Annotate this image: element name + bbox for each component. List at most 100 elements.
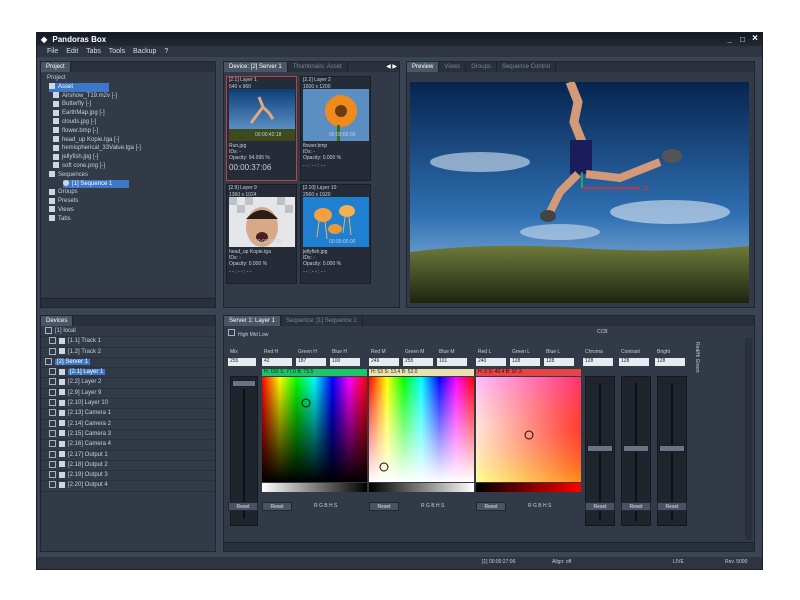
layer-icon: [59, 368, 65, 375]
device-row[interactable]: [2.13] Camera 1: [41, 409, 215, 420]
mix-slider-handle[interactable]: [232, 380, 256, 387]
value-field-chroma[interactable]: 128: [583, 358, 613, 366]
value-field-green-h[interactable]: 187: [296, 358, 326, 366]
value-field-blue-h[interactable]: 100: [330, 358, 360, 366]
device-row[interactable]: [2.16] Camera 4: [41, 440, 215, 451]
value-field-blue-l[interactable]: 128: [544, 358, 574, 366]
value-field-mix[interactable]: 255: [228, 358, 256, 366]
tree-item[interactable]: hemispherical_33Value.tga [-]: [53, 144, 215, 153]
device-row[interactable]: [2.14] Camera 2: [41, 419, 215, 430]
project-tree: Project Asset Airshow_T19.m2v [-] Butter…: [41, 72, 215, 224]
tab-scroll-arrows[interactable]: ◀ ▶: [386, 62, 397, 72]
menu-tools[interactable]: Tools: [109, 48, 125, 55]
project-scrollbar[interactable]: [41, 298, 215, 307]
chroma-slider-handle[interactable]: [587, 445, 613, 452]
reset-button-contrast[interactable]: Reset: [621, 502, 651, 511]
value-field-red-m[interactable]: 249: [369, 358, 399, 366]
device-row[interactable]: [1] local: [41, 327, 215, 338]
close-button[interactable]: ×: [752, 32, 758, 45]
reset-button-bright[interactable]: Reset: [657, 502, 687, 511]
reset-button-chroma[interactable]: Reset: [585, 502, 615, 511]
value-field-blue-m[interactable]: 101: [437, 358, 467, 366]
layer-thumbnail-1[interactable]: [2.1] Layer 1 640 x 960 00:00:42:18 Run.…: [226, 76, 297, 181]
menu-file[interactable]: File: [47, 48, 58, 55]
value-field-green-l[interactable]: 128: [510, 358, 540, 366]
tab-groups[interactable]: Groups: [466, 62, 497, 72]
channel-buttons-high[interactable]: R G B H S: [314, 503, 337, 509]
device-row-layer-1[interactable]: [2.1] Layer 1: [41, 368, 215, 379]
tab-devices[interactable]: Devices: [41, 316, 74, 326]
tab-thumbnails[interactable]: Thumbnails: Asset: [288, 62, 348, 72]
horizontal-scrollbar[interactable]: [224, 542, 754, 551]
color-picker-high[interactable]: [262, 377, 367, 492]
bright-slider-handle[interactable]: [659, 445, 685, 452]
tree-item[interactable]: clouds.jpg [-]: [53, 118, 215, 127]
layer-thumbnail-9[interactable]: [2.9] Layer 9 1360 x 1024 00:00:00:00 he…: [226, 184, 297, 284]
side-label: Red/Hi Green: [694, 342, 700, 373]
device-row[interactable]: [2.19] Output 3: [41, 471, 215, 482]
ccb-label: CCB: [597, 329, 608, 335]
tab-sequence-control[interactable]: Sequence Control: [497, 62, 556, 72]
value-field-contrast[interactable]: 128: [619, 358, 649, 366]
device-row[interactable]: [1.1] Track 1: [41, 337, 215, 348]
col-label: Red H: [264, 349, 279, 355]
tab-project[interactable]: Project: [41, 62, 71, 72]
tab-device[interactable]: Device: [2] Server 1: [224, 62, 288, 72]
tab-server-layer[interactable]: Server 1: Layer 1: [224, 316, 282, 326]
menu-backup[interactable]: Backup: [133, 48, 156, 55]
tab-views[interactable]: Views: [439, 62, 467, 72]
menu-help[interactable]: ?: [164, 48, 168, 55]
contrast-slider-handle[interactable]: [623, 445, 649, 452]
layer-thumbnail-10[interactable]: [2.10] Layer 10 2560 x 1920 00:00:00:00 …: [300, 184, 371, 284]
device-row[interactable]: [2.10] Layer 10: [41, 399, 215, 410]
device-row[interactable]: [2.2] Layer 2: [41, 378, 215, 389]
tree-item-tabs[interactable]: Tabs: [49, 215, 215, 224]
tree-item-presets[interactable]: Presets: [49, 197, 215, 206]
layer-thumbnail-2[interactable]: [2.2] Layer 2 1600 x 1200 00:00:00:00 fl…: [300, 76, 371, 181]
reset-button-high[interactable]: Reset: [262, 502, 292, 511]
mode-checkbox[interactable]: High Mid Low: [228, 329, 268, 338]
tree-item[interactable]: head_up Kopie.tga [-]: [53, 136, 215, 145]
reset-button-mix[interactable]: Reset: [228, 502, 258, 511]
device-row[interactable]: [2.9] Layer 9: [41, 388, 215, 400]
tree-item-asset[interactable]: Asset: [49, 82, 109, 92]
value-field-red-h[interactable]: 42: [262, 358, 292, 366]
device-row-server[interactable]: [2] Server 1: [41, 357, 215, 369]
tree-item[interactable]: EarthMap.jpg [-]: [53, 109, 215, 118]
value-field-bright[interactable]: 128: [655, 358, 685, 366]
reset-button-mid[interactable]: Reset: [369, 502, 399, 511]
devices-panel: Devices [1] local [1.1] Track 1 [1.2] Tr…: [40, 315, 216, 552]
tree-item[interactable]: flower.bmp [-]: [53, 127, 215, 136]
minimize-button[interactable]: _: [728, 33, 732, 46]
tree-item-sequences[interactable]: Sequences: [49, 171, 215, 180]
tree-item-groups[interactable]: Groups: [49, 188, 215, 197]
reset-button-low[interactable]: Reset: [476, 502, 506, 511]
camera-icon: [59, 409, 65, 416]
channel-buttons-mid[interactable]: R G B H S: [421, 503, 444, 509]
color-picker-mid[interactable]: [369, 377, 474, 492]
preview-panel: Preview Views Groups Sequence Control X: [406, 61, 755, 308]
tree-item[interactable]: Butterfly [-]: [53, 100, 215, 109]
device-row[interactable]: [2.17] Output 1: [41, 450, 215, 461]
value-field-green-m[interactable]: 255: [403, 358, 433, 366]
tree-item[interactable]: Airshow_T19.m2v [-]: [53, 92, 215, 101]
vertical-scrollbar[interactable]: [745, 338, 752, 540]
tree-item-sequence-1[interactable]: [1] Sequence 1: [63, 179, 129, 189]
device-row[interactable]: [2.18] Output 2: [41, 460, 215, 472]
device-row[interactable]: [1.2] Track 2: [41, 347, 215, 358]
maximize-button[interactable]: □: [740, 33, 745, 46]
color-picker-low[interactable]: [476, 377, 581, 492]
file-icon: [53, 100, 59, 107]
tree-item-views[interactable]: Views: [49, 206, 215, 215]
menu-edit[interactable]: Edit: [66, 48, 78, 55]
value-field-red-l[interactable]: 240: [476, 358, 506, 366]
device-row[interactable]: [2.20] Output 4: [41, 481, 215, 492]
device-row[interactable]: [2.15] Camera 3: [41, 429, 215, 441]
tab-preview[interactable]: Preview: [407, 62, 440, 72]
channel-buttons-low[interactable]: R G B H S: [528, 503, 551, 509]
tree-item[interactable]: soft cone.png [-]: [53, 162, 215, 171]
camera-icon: [59, 440, 65, 447]
menu-tabs[interactable]: Tabs: [86, 48, 101, 55]
tab-sequence[interactable]: Sequence: [1] Sequence 1: [281, 316, 363, 326]
tree-item[interactable]: jellyfish.jpg [-]: [53, 153, 215, 162]
